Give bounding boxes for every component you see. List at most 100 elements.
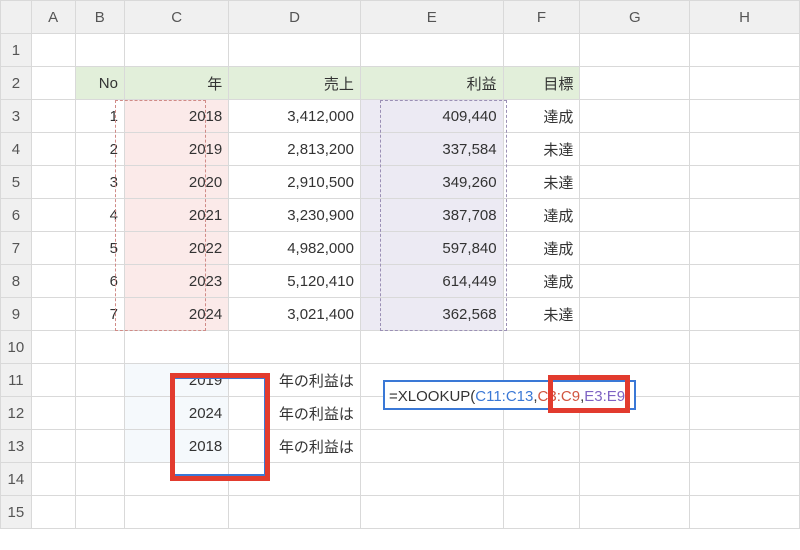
cell[interactable]	[503, 463, 580, 496]
cell-target[interactable]: 達成	[503, 265, 580, 298]
cell[interactable]	[580, 265, 690, 298]
cell[interactable]	[229, 463, 361, 496]
col-header[interactable]: D	[229, 1, 361, 34]
row-header[interactable]: 14	[1, 463, 32, 496]
cell[interactable]	[580, 199, 690, 232]
cell[interactable]	[124, 34, 228, 67]
cell-target[interactable]: 達成	[503, 199, 580, 232]
cell[interactable]	[31, 298, 75, 331]
lookup-label-cell[interactable]: 年の利益は	[229, 364, 361, 397]
header-target[interactable]: 目標	[503, 67, 580, 100]
cell-profit[interactable]: 337,584	[360, 133, 503, 166]
cell[interactable]	[229, 34, 361, 67]
cell-sales[interactable]: 3,021,400	[229, 298, 361, 331]
cell[interactable]	[690, 298, 800, 331]
cell[interactable]	[360, 496, 503, 529]
header-profit[interactable]: 利益	[360, 67, 503, 100]
cell-no[interactable]: 6	[75, 265, 124, 298]
cell[interactable]	[31, 430, 75, 463]
cell[interactable]	[124, 496, 228, 529]
cell[interactable]	[690, 397, 800, 430]
cell[interactable]	[31, 100, 75, 133]
row-header[interactable]: 6	[1, 199, 32, 232]
cell-profit[interactable]: 409,440	[360, 100, 503, 133]
cell-year[interactable]: 2018	[124, 100, 228, 133]
cell-no[interactable]: 2	[75, 133, 124, 166]
cell[interactable]	[580, 67, 690, 100]
row-header[interactable]: 3	[1, 100, 32, 133]
row-header[interactable]: 15	[1, 496, 32, 529]
cell[interactable]	[31, 133, 75, 166]
col-header[interactable]: G	[580, 1, 690, 34]
cell[interactable]	[580, 133, 690, 166]
row-header[interactable]: 8	[1, 265, 32, 298]
lookup-year-cell[interactable]: 2024	[124, 397, 228, 430]
cell-target[interactable]: 達成	[503, 100, 580, 133]
cell[interactable]	[580, 232, 690, 265]
cell-profit[interactable]: 597,840	[360, 232, 503, 265]
col-header[interactable]: H	[690, 1, 800, 34]
spreadsheet[interactable]: A B C D E F G H 12No年売上利益目標3120183,412,0…	[0, 0, 800, 550]
cell-target[interactable]: 達成	[503, 232, 580, 265]
cell[interactable]	[31, 397, 75, 430]
cell-no[interactable]: 5	[75, 232, 124, 265]
cell[interactable]	[580, 100, 690, 133]
select-all-corner[interactable]	[1, 1, 32, 34]
row-header[interactable]: 2	[1, 67, 32, 100]
col-header[interactable]: A	[31, 1, 75, 34]
cell-year[interactable]: 2021	[124, 199, 228, 232]
cell[interactable]	[75, 430, 124, 463]
cell-target[interactable]: 未達	[503, 298, 580, 331]
lookup-year-cell[interactable]: 2019	[124, 364, 228, 397]
cell-sales[interactable]: 2,910,500	[229, 166, 361, 199]
grid-table[interactable]: A B C D E F G H 12No年売上利益目標3120183,412,0…	[0, 0, 800, 529]
col-header[interactable]: B	[75, 1, 124, 34]
cell[interactable]	[31, 67, 75, 100]
cell[interactable]	[690, 34, 800, 67]
cell-sales[interactable]: 2,813,200	[229, 133, 361, 166]
formula-editing-cell[interactable]: =XLOOKUP(C11:C13,C3:C9,E3:E9)	[383, 380, 636, 410]
cell[interactable]	[124, 463, 228, 496]
cell[interactable]	[75, 397, 124, 430]
cell[interactable]	[75, 496, 124, 529]
cell[interactable]	[580, 166, 690, 199]
cell[interactable]	[31, 199, 75, 232]
col-header[interactable]: C	[124, 1, 228, 34]
cell[interactable]	[31, 496, 75, 529]
cell[interactable]	[690, 100, 800, 133]
cell[interactable]	[580, 496, 690, 529]
cell[interactable]	[360, 463, 503, 496]
cell-target[interactable]: 未達	[503, 133, 580, 166]
row-header[interactable]: 5	[1, 166, 32, 199]
cell[interactable]	[503, 496, 580, 529]
cell[interactable]	[31, 166, 75, 199]
cell[interactable]	[690, 133, 800, 166]
cell[interactable]	[75, 463, 124, 496]
cell[interactable]	[31, 364, 75, 397]
cell[interactable]	[229, 331, 361, 364]
lookup-label-cell[interactable]: 年の利益は	[229, 430, 361, 463]
cell[interactable]	[690, 463, 800, 496]
row-header[interactable]: 9	[1, 298, 32, 331]
cell[interactable]	[360, 34, 503, 67]
row-header[interactable]: 1	[1, 34, 32, 67]
row-header[interactable]: 13	[1, 430, 32, 463]
cell[interactable]	[75, 364, 124, 397]
cell[interactable]	[690, 364, 800, 397]
row-header[interactable]: 12	[1, 397, 32, 430]
cell-sales[interactable]: 4,982,000	[229, 232, 361, 265]
row-header[interactable]: 4	[1, 133, 32, 166]
cell-no[interactable]: 1	[75, 100, 124, 133]
cell[interactable]	[31, 463, 75, 496]
cell-no[interactable]: 7	[75, 298, 124, 331]
cell-sales[interactable]: 3,412,000	[229, 100, 361, 133]
cell[interactable]	[503, 331, 580, 364]
cell[interactable]	[580, 298, 690, 331]
row-header[interactable]: 10	[1, 331, 32, 364]
cell[interactable]	[690, 265, 800, 298]
cell-year[interactable]: 2022	[124, 232, 228, 265]
cell[interactable]	[31, 232, 75, 265]
row-header[interactable]: 7	[1, 232, 32, 265]
cell[interactable]	[580, 34, 690, 67]
cell[interactable]	[580, 331, 690, 364]
